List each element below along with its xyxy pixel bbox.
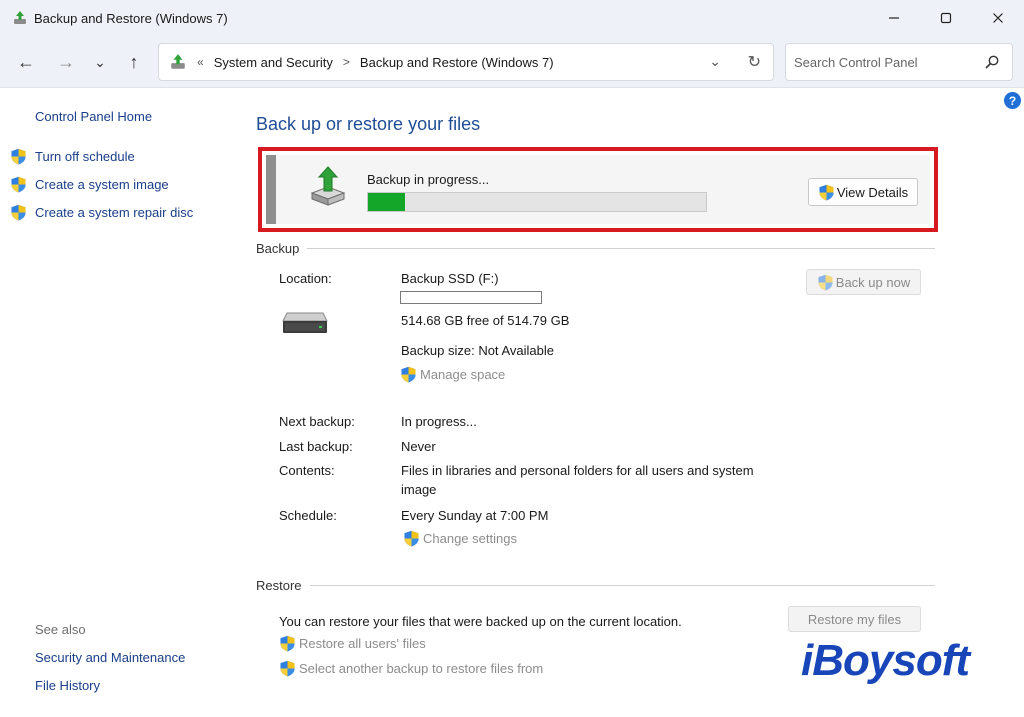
drive-space-bar xyxy=(400,291,542,304)
backup-restore-app-icon xyxy=(14,11,26,24)
backup-in-progress-icon xyxy=(310,166,346,206)
back-up-now-label: Back up now xyxy=(835,274,911,290)
iboysoft-watermark: iBoysoft xyxy=(801,636,970,685)
contents-label: Contents: xyxy=(279,463,335,478)
section-divider xyxy=(309,585,935,586)
chevron-down-icon: ⌄ xyxy=(94,53,106,70)
view-details-button[interactable]: View Details xyxy=(808,178,918,206)
backup-progress-panel: Backup in progress... View Details xyxy=(266,155,930,224)
task-label: Turn off schedule xyxy=(35,149,135,164)
search-input[interactable] xyxy=(786,44,966,80)
restore-all-users-files-label: Restore all users' files xyxy=(299,636,426,651)
help-icon[interactable]: ? xyxy=(1004,92,1021,109)
select-another-backup-label: Select another backup to restore files f… xyxy=(299,661,544,676)
breadcrumb-backup-and-restore[interactable]: Backup and Restore (Windows 7) xyxy=(360,55,554,70)
address-dropdown-icon[interactable]: ⌄ xyxy=(709,53,721,70)
search-box xyxy=(785,43,1013,81)
arrow-up-icon: ↑ xyxy=(129,51,139,72)
minimize-icon xyxy=(889,17,899,19)
last-backup-label: Last backup: xyxy=(279,439,353,454)
breadcrumb-overflow-icon[interactable]: « xyxy=(197,55,204,69)
restore-my-files-button: Restore my files xyxy=(788,606,921,632)
uac-shield-icon xyxy=(403,530,420,547)
backup-status-label: Backup in progress... xyxy=(367,172,490,187)
task-label: Create a system repair disc xyxy=(35,205,194,220)
backup-progress-fill xyxy=(368,193,406,211)
search-icon[interactable] xyxy=(984,54,1000,70)
control-panel-home-link[interactable]: Control Panel Home xyxy=(35,109,152,124)
last-backup-value: Never xyxy=(401,439,436,454)
file-history-link[interactable]: File History xyxy=(35,678,100,693)
minimize-button[interactable] xyxy=(868,0,920,36)
change-settings-link: Change settings xyxy=(403,530,517,547)
contents-value: Files in libraries and personal folders … xyxy=(401,463,754,497)
back-up-now-button: Back up now xyxy=(806,269,921,295)
task-create-system-image[interactable]: Create a system image xyxy=(10,176,169,193)
maximize-button[interactable] xyxy=(920,0,972,36)
uac-shield-icon xyxy=(818,184,835,201)
arrow-right-icon: → xyxy=(57,51,75,72)
page-title: Back up or restore your files xyxy=(256,114,481,134)
next-backup-value: In progress... xyxy=(401,414,477,429)
location-value: Backup SSD (F:) xyxy=(401,271,499,286)
close-icon xyxy=(993,13,1003,23)
uac-shield-icon xyxy=(279,660,296,677)
free-space-text: 514.68 GB free of 514.79 GB xyxy=(401,313,570,328)
change-settings-label: Change settings xyxy=(423,531,517,546)
breadcrumb-system-and-security[interactable]: System and Security xyxy=(214,55,333,70)
uac-shield-icon xyxy=(10,204,27,221)
security-and-maintenance-link[interactable]: Security and Maintenance xyxy=(35,650,185,665)
highlight-frame: Backup in progress... View Details xyxy=(258,147,938,232)
restore-section-heading: Restore xyxy=(256,578,935,593)
backup-progress-bar xyxy=(367,192,707,212)
restore-heading-text: Restore xyxy=(256,578,302,593)
uac-shield-icon xyxy=(279,635,296,652)
refresh-icon[interactable]: ↻ xyxy=(748,52,761,72)
restore-all-users-files-link: Restore all users' files xyxy=(279,635,426,652)
uac-shield-icon xyxy=(10,148,27,165)
task-label: Create a system image xyxy=(35,177,169,192)
section-divider xyxy=(307,248,936,249)
window-title: Backup and Restore (Windows 7) xyxy=(34,10,228,26)
backup-size-text: Backup size: Not Available xyxy=(401,343,554,358)
address-bar[interactable]: « System and Security > Backup and Resto… xyxy=(158,43,774,81)
title-bar: Backup and Restore (Windows 7) xyxy=(0,0,1024,36)
select-another-backup-link: Select another backup to restore files f… xyxy=(279,660,543,677)
control-panel-icon xyxy=(171,54,185,69)
task-create-system-repair-disc[interactable]: Create a system repair disc xyxy=(10,204,193,221)
breadcrumb: « System and Security > Backup and Resto… xyxy=(169,53,554,71)
schedule-value: Every Sunday at 7:00 PM xyxy=(401,508,549,523)
recent-locations-button[interactable]: ⌄ xyxy=(88,50,112,74)
restore-my-files-label: Restore my files xyxy=(807,611,902,627)
back-button[interactable]: ← xyxy=(14,50,38,74)
up-button[interactable]: ↑ xyxy=(122,50,146,74)
restore-description: You can restore your files that were bac… xyxy=(279,614,682,629)
breadcrumb-separator-icon: > xyxy=(342,55,350,69)
close-button[interactable] xyxy=(972,0,1024,36)
location-label: Location: xyxy=(279,271,332,286)
maximize-icon xyxy=(940,12,952,24)
backup-heading-text: Backup xyxy=(256,241,300,256)
see-also-heading: See also xyxy=(35,622,86,637)
manage-space-link: Manage space xyxy=(400,366,505,383)
arrow-left-icon: ← xyxy=(17,51,35,72)
backup-section-heading: Backup xyxy=(256,241,936,256)
left-pane: Control Panel Home Turn off schedule Cre… xyxy=(0,89,230,717)
uac-shield-icon xyxy=(10,176,27,193)
forward-button[interactable]: → xyxy=(54,50,78,74)
task-turn-off-schedule[interactable]: Turn off schedule xyxy=(10,148,135,165)
uac-shield-icon xyxy=(400,366,417,383)
manage-space-label: Manage space xyxy=(420,367,506,382)
view-details-label: View Details xyxy=(836,184,909,200)
schedule-label: Schedule: xyxy=(279,508,337,523)
address-bar-row: ← → ⌄ ↑ « System and Security > Backup a… xyxy=(0,36,1024,88)
uac-shield-icon xyxy=(817,274,834,291)
next-backup-label: Next backup: xyxy=(279,414,355,429)
drive-icon xyxy=(282,312,328,333)
window-controls xyxy=(868,0,1024,36)
